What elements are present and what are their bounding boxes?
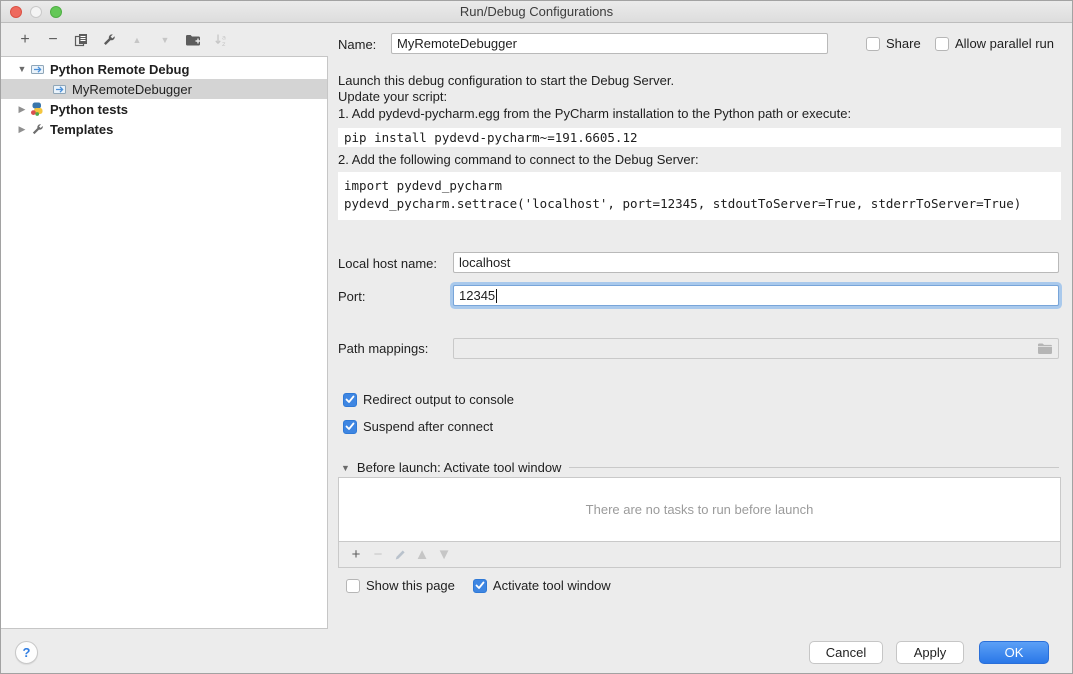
apply-button[interactable]: Apply: [896, 641, 964, 664]
code-line-1: import pydevd_pycharm: [344, 178, 502, 193]
name-input[interactable]: [391, 33, 828, 54]
tree-item-python-remote-debug[interactable]: ▼ Python Remote Debug: [1, 59, 327, 79]
show-this-page-checkbox[interactable]: [346, 579, 360, 593]
wrench-icon: [102, 33, 116, 47]
svg-text:z: z: [222, 40, 226, 47]
titlebar[interactable]: Run/Debug Configurations: [1, 1, 1072, 23]
allow-parallel-run-option: Allow parallel run: [935, 36, 1054, 51]
collapsed-arrow-icon[interactable]: ▶: [16, 124, 28, 135]
settrace-code-block[interactable]: import pydevd_pycharm pydevd_pycharm.sett…: [338, 172, 1061, 220]
share-checkbox[interactable]: [866, 37, 880, 51]
section-collapse-arrow-icon[interactable]: ▼: [341, 463, 350, 473]
edit-task-button: [389, 544, 411, 566]
code-line-2: pydevd_pycharm.settrace('localhost', por…: [344, 196, 1021, 211]
duplicate-icon: [74, 33, 88, 47]
path-mappings-input[interactable]: [453, 338, 1059, 359]
edit-templates-button[interactable]: [95, 27, 123, 53]
suspend-after-connect-checkbox[interactable]: [343, 420, 357, 434]
run-debug-configurations-dialog: Run/Debug Configurations + − ▲ ▼: [0, 0, 1073, 674]
new-folder-button[interactable]: [179, 27, 207, 53]
new-folder-icon: [185, 33, 201, 47]
tree-item-myremotedebugger[interactable]: MyRemoteDebugger: [1, 79, 327, 99]
task-list-toolbar: + − ▲ ▼: [338, 542, 1061, 568]
show-this-page-label: Show this page: [366, 578, 455, 593]
remove-task-button: −: [367, 544, 389, 566]
expanded-arrow-icon[interactable]: ▼: [16, 64, 28, 74]
duplicate-configuration-button[interactable]: [67, 27, 95, 53]
tree-item-label: Python Remote Debug: [50, 62, 189, 77]
tree-item-label: MyRemoteDebugger: [72, 82, 192, 97]
remote-debug-icon: [51, 82, 67, 96]
remove-configuration-button[interactable]: −: [39, 27, 67, 53]
help-button[interactable]: ?: [15, 641, 38, 664]
tree-item-templates[interactable]: ▶ Templates: [1, 119, 327, 139]
sort-az-icon: az: [213, 33, 229, 47]
allow-parallel-run-checkbox[interactable]: [935, 37, 949, 51]
redirect-output-label: Redirect output to console: [363, 392, 514, 407]
python-tests-icon: [29, 102, 45, 116]
suspend-after-connect-option: Suspend after connect: [343, 419, 493, 434]
local-host-name-input[interactable]: [453, 252, 1059, 273]
port-label: Port:: [338, 289, 365, 304]
add-configuration-button[interactable]: +: [11, 27, 39, 53]
collapsed-arrow-icon[interactable]: ▶: [16, 104, 28, 115]
cancel-button[interactable]: Cancel: [809, 641, 883, 664]
configurations-tree: ▼ Python Remote Debug MyRemoteDebugger ▶…: [1, 56, 328, 629]
name-label: Name:: [338, 37, 376, 52]
show-this-page-option: Show this page Activate tool window: [346, 578, 611, 593]
window-title: Run/Debug Configurations: [1, 4, 1072, 19]
allow-parallel-run-label: Allow parallel run: [955, 36, 1054, 51]
port-value: 12345: [459, 288, 495, 303]
before-launch-task-list[interactable]: There are no tasks to run before launch: [338, 477, 1061, 542]
sort-configurations-button: az: [207, 27, 235, 53]
instruction-line-1: Launch this debug configuration to start…: [338, 73, 674, 88]
local-host-name-label: Local host name:: [338, 256, 437, 271]
text-caret: [496, 289, 497, 303]
share-label: Share: [886, 36, 921, 51]
dialog-content: + − ▲ ▼ az: [1, 23, 1072, 673]
tree-item-label: Templates: [50, 122, 113, 137]
redirect-output-checkbox[interactable]: [343, 393, 357, 407]
pencil-icon: [394, 549, 406, 561]
configurations-toolbar: + − ▲ ▼ az: [11, 27, 235, 53]
port-input[interactable]: 12345: [453, 285, 1059, 306]
add-task-button[interactable]: +: [345, 544, 367, 566]
ok-button[interactable]: OK: [979, 641, 1049, 664]
share-option: Share: [866, 36, 921, 51]
activate-tool-window-label: Activate tool window: [493, 578, 611, 593]
before-launch-header[interactable]: ▼ Before launch: Activate tool window: [341, 460, 1059, 475]
move-down-button: ▼: [151, 27, 179, 53]
before-launch-title: Before launch: Activate tool window: [357, 460, 562, 475]
move-task-down-button: ▼: [433, 544, 455, 566]
path-mappings-label: Path mappings:: [338, 341, 428, 356]
instruction-step-2: 2. Add the following command to connect …: [338, 152, 699, 167]
redirect-output-option: Redirect output to console: [343, 392, 514, 407]
instruction-line-2: Update your script:: [338, 89, 447, 104]
pip-install-command[interactable]: pip install pydevd-pycharm~=191.6605.12: [338, 128, 1061, 147]
activate-tool-window-checkbox[interactable]: [473, 579, 487, 593]
tree-item-python-tests[interactable]: ▶ Python tests: [1, 99, 327, 119]
move-up-button: ▲: [123, 27, 151, 53]
empty-task-list-text: There are no tasks to run before launch: [586, 502, 814, 517]
suspend-after-connect-label: Suspend after connect: [363, 419, 493, 434]
remote-debug-icon: [29, 62, 45, 76]
move-task-up-button: ▲: [411, 544, 433, 566]
instruction-step-1: 1. Add pydevd-pycharm.egg from the PyCha…: [338, 106, 851, 121]
section-rule: [569, 467, 1059, 468]
tree-item-label: Python tests: [50, 102, 128, 117]
folder-icon[interactable]: [1037, 342, 1053, 355]
wrench-icon: [29, 122, 45, 136]
